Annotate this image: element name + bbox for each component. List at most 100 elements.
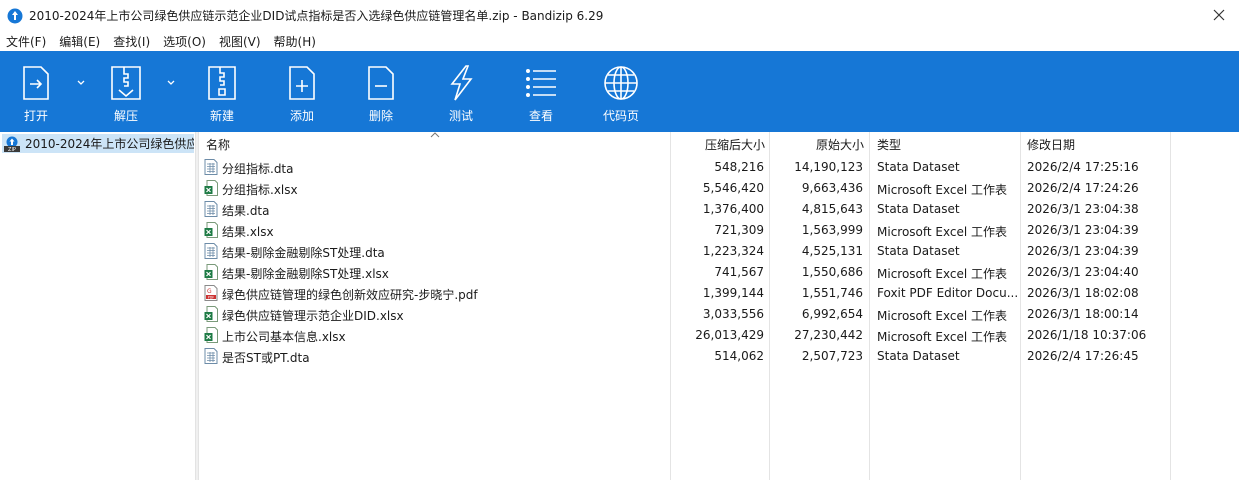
delete-label: 删除: [368, 109, 393, 123]
file-type: Stata Dataset: [877, 349, 960, 363]
window-title: 2010-2024年上市公司绿色供应链示范企业DID试点指标是否入选绿色供应链管…: [29, 9, 604, 23]
menu-find[interactable]: 查找(I): [113, 33, 150, 50]
file-modified-date: 2026/3/1 18:02:08: [1027, 286, 1139, 300]
svg-text:ZIP: ZIP: [8, 147, 16, 152]
codepage-button[interactable]: 代码页: [598, 51, 644, 132]
extract-label: 解压: [113, 109, 138, 123]
file-name: 分组指标.xlsx: [222, 183, 298, 197]
tree-item-archive-root[interactable]: ZIP 2010-2024年上市公司绿色供应: [2, 134, 194, 153]
file-name: 结果.xlsx: [222, 225, 274, 239]
file-original-size: 4,525,131: [801, 244, 863, 258]
column-header-name[interactable]: 名称: [206, 136, 230, 153]
table-row[interactable]: 结果-剔除金融剔除ST处理.xlsx 741,567 1,550,686 Micros…: [199, 262, 1239, 283]
title-bar: 2010-2024年上市公司绿色供应链示范企业DID试点指标是否入选绿色供应链管…: [0, 0, 1239, 31]
table-row[interactable]: 是否ST或PT.dta 514,062 2,507,723 Stata Dataset…: [199, 346, 1239, 367]
table-row[interactable]: 分组指标.dta 548,216 14,190,123 Stata Dataset 20…: [199, 157, 1239, 178]
file-type: Microsoft Excel 工作表: [877, 225, 1008, 239]
table-row[interactable]: 上市公司基本信息.xlsx 26,013,429 27,230,442 Microso…: [199, 325, 1239, 346]
file-packed-size: 3,033,556: [702, 307, 764, 321]
globe-icon: [604, 66, 638, 100]
file-modified-date: 2026/2/4 17:25:16: [1027, 160, 1139, 174]
file-type: Microsoft Excel 工作表: [877, 267, 1008, 281]
menu-bar: 文件(F) 编辑(E) 查找(I) 选项(O) 视图(V) 帮助(H): [0, 31, 1239, 51]
file-modified-date: 2026/2/4 17:26:45: [1027, 349, 1139, 363]
file-packed-size: 721,309: [714, 223, 764, 237]
file-packed-size: 741,567: [714, 265, 764, 279]
file-original-size: 1,550,686: [801, 265, 863, 279]
menu-file[interactable]: 文件(F): [6, 33, 46, 50]
file-modified-date: 2026/3/1 23:04:39: [1027, 223, 1139, 237]
file-modified-date: 2026/1/18 10:37:06: [1027, 328, 1147, 342]
file-type: Stata Dataset: [877, 244, 960, 258]
open-button[interactable]: 打开: [15, 51, 57, 132]
file-packed-size: 1,399,144: [702, 286, 764, 300]
new-label: 新建: [209, 109, 234, 123]
lightning-icon: [450, 65, 473, 101]
file-original-size: 2,507,723: [801, 349, 863, 363]
file-name: 绿色供应链管理示范企业DID.xlsx: [222, 309, 404, 323]
delete-file-icon: [368, 66, 394, 100]
file-modified-date: 2026/2/4 17:24:26: [1027, 181, 1139, 195]
file-original-size: 1,563,999: [801, 223, 863, 237]
file-original-size: 1,551,746: [801, 286, 863, 300]
view-button[interactable]: 查看: [520, 51, 562, 132]
test-button[interactable]: 测试: [440, 51, 482, 132]
table-row[interactable]: 结果-剔除金融剔除ST处理.dta 1,223,324 4,525,131 Stata…: [199, 241, 1239, 262]
extract-dropdown-chevron-icon[interactable]: [166, 79, 176, 87]
column-header-modified[interactable]: 修改日期: [1027, 136, 1075, 153]
excel-file-icon: [204, 327, 218, 343]
svg-text:PDF: PDF: [208, 295, 215, 299]
extract-icon: [111, 66, 141, 100]
open-dropdown-chevron-icon[interactable]: [76, 79, 86, 87]
table-row[interactable]: 结果.dta 1,376,400 4,815,643 Stata Dataset 202…: [199, 199, 1239, 220]
add-button[interactable]: 添加: [281, 51, 323, 132]
file-name: 分组指标.dta: [222, 162, 294, 176]
menu-view[interactable]: 视图(V): [219, 33, 261, 50]
column-header-original-size[interactable]: 原始大小: [816, 136, 864, 153]
file-packed-size: 26,013,429: [695, 328, 764, 342]
list-view-icon: [526, 69, 556, 97]
delete-button[interactable]: 删除: [360, 51, 402, 132]
sort-ascending-icon: [430, 132, 440, 138]
view-label: 查看: [528, 109, 553, 123]
stata-file-icon: [204, 201, 218, 217]
file-name: 结果-剔除金融剔除ST处理.dta: [222, 246, 385, 260]
zip-archive-icon: ZIP: [4, 136, 20, 152]
file-name: 结果-剔除金融剔除ST处理.xlsx: [222, 267, 389, 281]
column-header-type[interactable]: 类型: [877, 136, 901, 153]
extract-button[interactable]: 解压: [104, 51, 148, 132]
toolbar: 打开 解压 新建 添加 删除 测试 查看 代码页: [0, 51, 1239, 132]
file-modified-date: 2026/3/1 23:04:39: [1027, 244, 1139, 258]
excel-file-icon: [204, 306, 218, 322]
file-type: Microsoft Excel 工作表: [877, 309, 1008, 323]
table-row[interactable]: 绿色供应链管理示范企业DID.xlsx 3,033,556 6,992,654 Mic…: [199, 304, 1239, 325]
file-type: Microsoft Excel 工作表: [877, 330, 1008, 344]
file-name: 结果.dta: [222, 204, 270, 218]
file-type: Microsoft Excel 工作表: [877, 183, 1008, 197]
file-packed-size: 514,062: [714, 349, 764, 363]
table-row[interactable]: G PDF 绿色供应链管理的绿色创新效应研究-步晓宁.pdf 1,399,144 1,5…: [199, 283, 1239, 304]
new-archive-icon: [208, 66, 236, 100]
file-original-size: 14,190,123: [794, 160, 863, 174]
codepage-label: 代码页: [602, 109, 639, 123]
open-archive-icon: [23, 66, 49, 100]
file-modified-date: 2026/3/1 23:04:40: [1027, 265, 1139, 279]
add-label: 添加: [289, 109, 314, 123]
test-label: 测试: [448, 109, 473, 123]
file-packed-size: 548,216: [714, 160, 764, 174]
menu-options[interactable]: 选项(O): [163, 33, 206, 50]
file-original-size: 6,992,654: [801, 307, 863, 321]
menu-help[interactable]: 帮助(H): [274, 33, 316, 50]
stata-file-icon: [204, 243, 218, 259]
close-icon[interactable]: [1209, 5, 1229, 25]
file-type: Stata Dataset: [877, 160, 960, 174]
table-row[interactable]: 结果.xlsx 721,309 1,563,999 Microsoft Excel 工…: [199, 220, 1239, 241]
tree-root-label: 2010-2024年上市公司绿色供应: [25, 137, 194, 151]
table-row[interactable]: 分组指标.xlsx 5,546,420 9,663,436 Microsoft Exc…: [199, 178, 1239, 199]
excel-file-icon: [204, 180, 218, 196]
new-archive-button[interactable]: 新建: [200, 51, 244, 132]
column-header-packed-size[interactable]: 压缩后大小: [705, 136, 765, 153]
menu-edit[interactable]: 编辑(E): [59, 33, 100, 50]
file-name: 绿色供应链管理的绿色创新效应研究-步晓宁.pdf: [222, 288, 478, 302]
file-original-size: 9,663,436: [801, 181, 863, 195]
